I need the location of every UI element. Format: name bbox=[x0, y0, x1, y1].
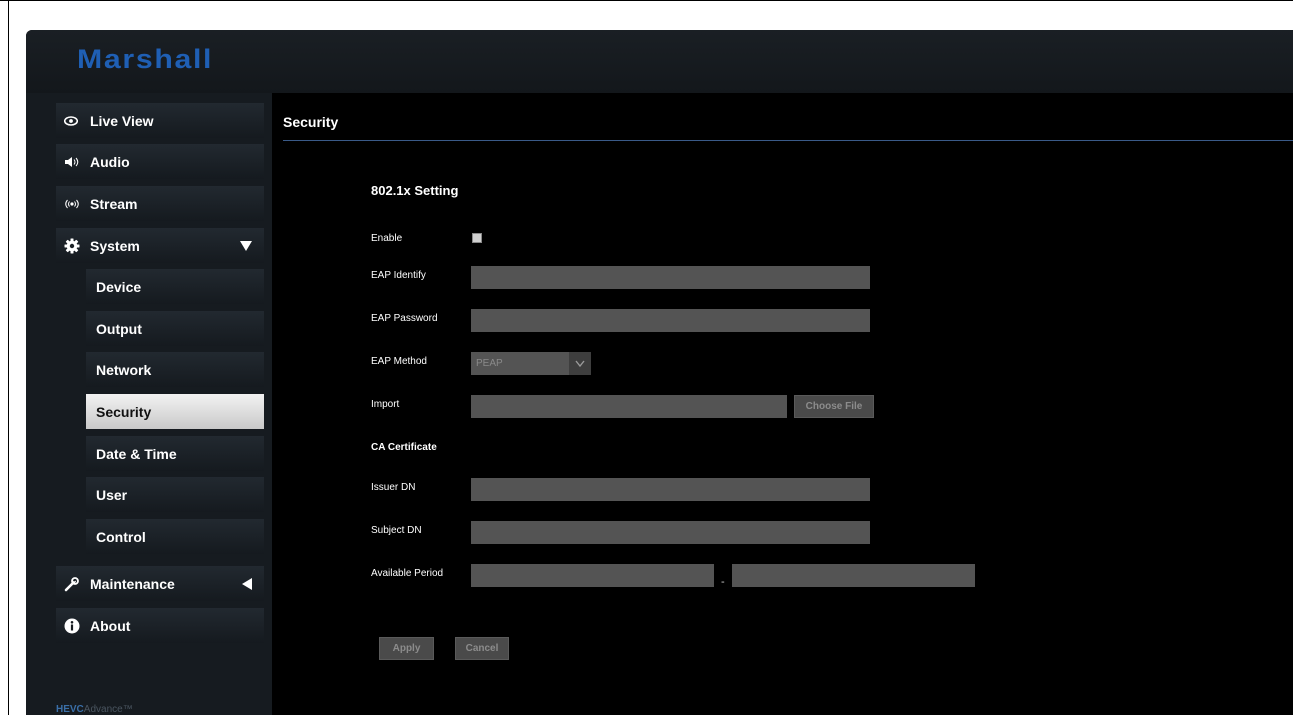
eap-password-label: EAP Password bbox=[371, 313, 438, 324]
period-start-input[interactable] bbox=[471, 564, 714, 587]
nav-live-view[interactable]: Live View bbox=[56, 103, 264, 138]
issuer-dn-label: Issuer DN bbox=[371, 482, 416, 493]
nav-stream-label: Stream bbox=[90, 195, 138, 212]
import-file-input[interactable] bbox=[471, 395, 787, 418]
header-bar: Marshall bbox=[26, 30, 1293, 93]
period-end-input[interactable] bbox=[732, 564, 975, 587]
eap-method-select[interactable]: PEAP bbox=[471, 352, 591, 375]
app-window: Marshall Live View Audio Stream System D… bbox=[26, 30, 1293, 715]
marshall-logo: Marshall bbox=[77, 44, 214, 74]
nav-user[interactable]: User bbox=[86, 477, 264, 512]
hevc-suffix-text: Advance™ bbox=[83, 704, 133, 715]
nav-maintenance-label: Maintenance bbox=[90, 575, 175, 592]
issuer-dn-input[interactable] bbox=[471, 478, 870, 501]
eap-identify-input[interactable] bbox=[471, 266, 870, 289]
nav-output-label: Output bbox=[96, 320, 142, 337]
chevron-down-icon[interactable] bbox=[569, 352, 591, 375]
nav-stream[interactable]: Stream bbox=[56, 186, 264, 221]
nav-system-label: System bbox=[90, 237, 140, 254]
section-title: 802.1x Setting bbox=[371, 183, 459, 198]
eap-identify-label: EAP Identify bbox=[371, 270, 426, 281]
window-border-left bbox=[8, 0, 9, 715]
main-panel: Security 802.1x Setting Enable EAP Ident… bbox=[272, 93, 1293, 715]
gear-icon bbox=[56, 238, 90, 254]
nav-audio[interactable]: Audio bbox=[56, 144, 264, 179]
hevc-advance-logo: HEVCAdvance™ bbox=[56, 704, 133, 715]
enable-label: Enable bbox=[371, 233, 403, 244]
broadcast-icon bbox=[56, 199, 90, 209]
nav-about-label: About bbox=[90, 617, 131, 634]
choose-file-button[interactable]: Choose File bbox=[794, 395, 874, 418]
nav-device[interactable]: Device bbox=[86, 269, 264, 304]
period-separator: - bbox=[721, 576, 725, 588]
apply-button[interactable]: Apply bbox=[379, 637, 434, 660]
nav-audio-label: Audio bbox=[90, 153, 130, 170]
ca-certificate-label: CA Certificate bbox=[371, 442, 437, 453]
nav-maintenance[interactable]: Maintenance bbox=[56, 566, 264, 601]
nav-network-label: Network bbox=[96, 361, 152, 378]
nav-system[interactable]: System bbox=[56, 228, 264, 263]
subject-dn-label: Subject DN bbox=[371, 525, 422, 536]
import-label: Import bbox=[371, 399, 400, 410]
nav-network[interactable]: Network bbox=[86, 352, 264, 387]
nav-control-label: Control bbox=[96, 528, 146, 545]
hevc-brand-text: HEVC bbox=[56, 704, 84, 715]
sidebar: Live View Audio Stream System Device Out… bbox=[26, 93, 272, 715]
triangle-left-icon bbox=[242, 566, 252, 601]
subject-dn-input[interactable] bbox=[471, 521, 870, 544]
eye-icon bbox=[56, 115, 90, 126]
nav-control[interactable]: Control bbox=[86, 519, 264, 554]
wrench-icon bbox=[56, 576, 90, 592]
nav-live-view-label: Live View bbox=[90, 112, 154, 129]
nav-date-time[interactable]: Date & Time bbox=[86, 436, 264, 471]
eap-password-input[interactable] bbox=[471, 309, 870, 332]
eap-method-label: EAP Method bbox=[371, 356, 427, 367]
eap-method-value: PEAP bbox=[476, 358, 503, 369]
cancel-button[interactable]: Cancel bbox=[455, 637, 509, 660]
nav-security-label: Security bbox=[96, 403, 152, 420]
triangle-down-icon bbox=[240, 228, 252, 263]
info-icon bbox=[56, 618, 90, 634]
nav-output[interactable]: Output bbox=[86, 311, 264, 346]
title-divider bbox=[283, 140, 1293, 141]
nav-user-label: User bbox=[96, 486, 128, 503]
nav-date-time-label: Date & Time bbox=[96, 445, 177, 462]
speaker-icon bbox=[56, 156, 90, 168]
page-title: Security bbox=[283, 114, 339, 130]
available-period-label: Available Period bbox=[371, 568, 444, 579]
nav-about[interactable]: About bbox=[56, 608, 264, 643]
window-border-top bbox=[0, 0, 1293, 1]
nav-security[interactable]: Security bbox=[86, 394, 264, 429]
nav-device-label: Device bbox=[96, 278, 142, 295]
enable-checkbox[interactable] bbox=[472, 233, 482, 243]
